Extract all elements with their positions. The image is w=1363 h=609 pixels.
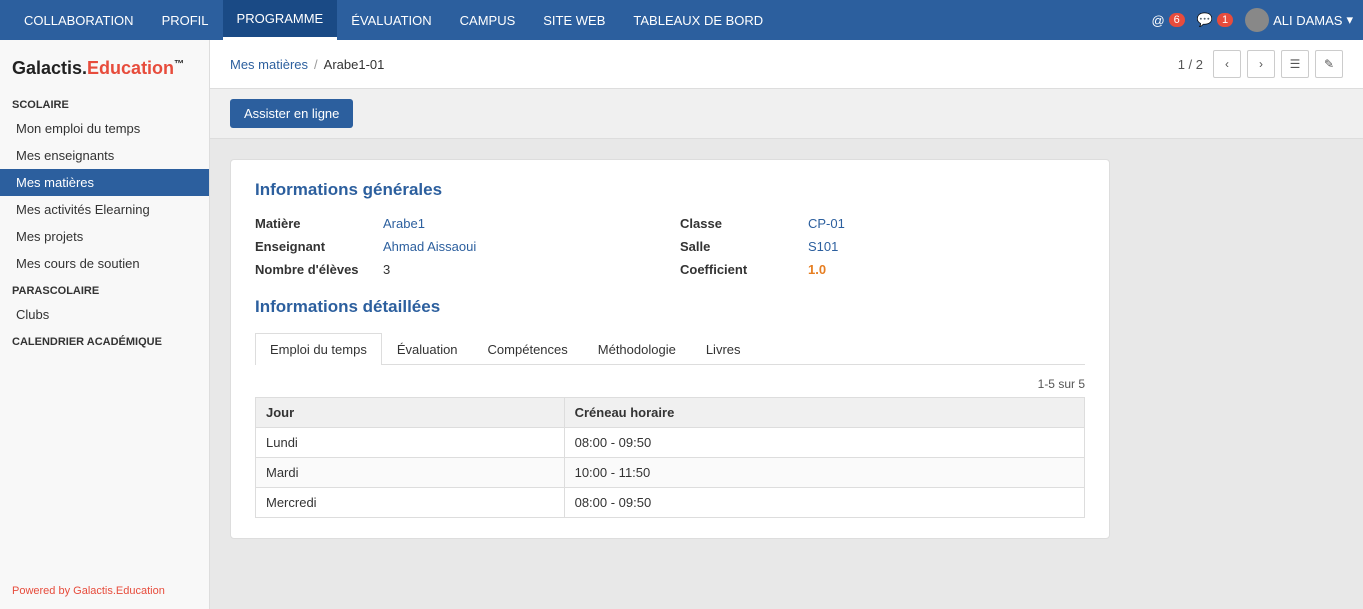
nav-item-siteweb[interactable]: SITE WEB <box>529 0 619 40</box>
info-row-matiere: Matière Arabe1 <box>255 216 660 231</box>
cell-jour: Mardi <box>256 458 565 488</box>
label-salle: Salle <box>680 239 800 254</box>
tab-emploi-du-temps[interactable]: Emploi du temps <box>255 333 382 365</box>
col-header-jour: Jour <box>256 398 565 428</box>
sidebar-footer: Powered by Galactis.Education <box>0 573 210 609</box>
sidebar-item-enseignants[interactable]: Mes enseignants <box>0 142 209 169</box>
label-matiere: Matière <box>255 216 375 231</box>
detailed-info-title: Informations détaillées <box>255 297 1085 317</box>
tab-methodologie[interactable]: Méthodologie <box>583 333 691 365</box>
messages-badge: 1 <box>1217 13 1233 27</box>
at-icon: @ <box>1151 13 1164 28</box>
chevron-down-icon: ▾ <box>1346 12 1353 28</box>
notifications-badge: 6 <box>1169 13 1185 27</box>
content-area: Informations générales Matière Arabe1 En… <box>210 139 1363 609</box>
nav-item-tableaux[interactable]: TABLEAUX DE BORD <box>619 0 777 40</box>
logo-red-text: Education <box>87 58 174 78</box>
section-title-calendrier: CALENDRIER ACADÉMIQUE <box>0 328 209 352</box>
value-classe[interactable]: CP-01 <box>808 216 845 231</box>
nav-item-profil[interactable]: PROFIL <box>148 0 223 40</box>
value-coefficient: 1.0 <box>808 262 826 277</box>
chat-icon: 💬 <box>1197 12 1213 28</box>
breadcrumb-current: Arabe1-01 <box>324 57 385 72</box>
detail-tabs: Emploi du temps Évaluation Compétences M… <box>255 333 1085 365</box>
general-info-grid: Matière Arabe1 Enseignant Ahmad Aissaoui… <box>255 216 1085 277</box>
notifications-button[interactable]: @ 6 <box>1151 13 1184 28</box>
list-view-button[interactable]: ☰ <box>1281 50 1309 78</box>
sidebar-item-emploi-du-temps[interactable]: Mon emploi du temps <box>0 115 209 142</box>
section-title-scolaire: SCOLAIRE <box>0 91 209 115</box>
info-row-nb-eleves: Nombre d'élèves 3 <box>255 262 660 277</box>
sidebar: Galactis.Education™ SCOLAIRE Mon emploi … <box>0 40 210 609</box>
breadcrumb: Mes matières / Arabe1-01 <box>230 57 384 72</box>
info-row-salle: Salle S101 <box>680 239 1085 254</box>
breadcrumb-parent[interactable]: Mes matières <box>230 57 308 72</box>
logo-tm: ™ <box>174 59 184 70</box>
nav-item-campus[interactable]: CAMPUS <box>446 0 530 40</box>
table-pagination-info: 1-5 sur 5 <box>255 377 1085 391</box>
value-matiere[interactable]: Arabe1 <box>383 216 425 231</box>
nav-items: COLLABORATION PROFIL PROGRAMME ÉVALUATIO… <box>10 0 1151 40</box>
cell-creneau: 10:00 - 11:50 <box>564 458 1084 488</box>
cell-creneau: 08:00 - 09:50 <box>564 428 1084 458</box>
table-row: Mardi10:00 - 11:50 <box>256 458 1085 488</box>
attend-online-button[interactable]: Assister en ligne <box>230 99 353 128</box>
value-salle[interactable]: S101 <box>808 239 838 254</box>
action-bar: Assister en ligne <box>210 89 1363 139</box>
schedule-table: Jour Créneau horaire Lundi08:00 - 09:50M… <box>255 397 1085 518</box>
tab-competences[interactable]: Compétences <box>473 333 583 365</box>
table-row: Mercredi08:00 - 09:50 <box>256 488 1085 518</box>
info-row-enseignant: Enseignant Ahmad Aissaoui <box>255 239 660 254</box>
user-name: ALI DAMAS <box>1273 13 1342 28</box>
breadcrumb-bar: Mes matières / Arabe1-01 1 / 2 ‹ › ☰ ✎ <box>210 40 1363 89</box>
tab-livres[interactable]: Livres <box>691 333 756 365</box>
pagination-controls: 1 / 2 ‹ › ☰ ✎ <box>1178 50 1343 78</box>
edit-button[interactable]: ✎ <box>1315 50 1343 78</box>
nav-item-collaboration[interactable]: COLLABORATION <box>10 0 148 40</box>
sidebar-item-clubs[interactable]: Clubs <box>0 301 209 328</box>
label-coefficient: Coefficient <box>680 262 800 277</box>
cell-jour: Mercredi <box>256 488 565 518</box>
sidebar-logo: Galactis.Education™ <box>0 50 209 91</box>
tab-evaluation[interactable]: Évaluation <box>382 333 473 365</box>
label-classe: Classe <box>680 216 800 231</box>
section-title-parascolaire: PARASCOLAIRE <box>0 277 209 301</box>
nav-item-programme[interactable]: PROGRAMME <box>223 0 338 40</box>
pagination-prev-button[interactable]: ‹ <box>1213 50 1241 78</box>
value-nb-eleves: 3 <box>383 262 390 277</box>
top-navigation: COLLABORATION PROFIL PROGRAMME ÉVALUATIO… <box>0 0 1363 40</box>
table-header-row: Jour Créneau horaire <box>256 398 1085 428</box>
sidebar-item-elearning[interactable]: Mes activités Elearning <box>0 196 209 223</box>
sidebar-item-projets[interactable]: Mes projets <box>0 223 209 250</box>
sidebar-item-matieres[interactable]: Mes matières <box>0 169 209 196</box>
value-enseignant[interactable]: Ahmad Aissaoui <box>383 239 476 254</box>
label-nb-eleves: Nombre d'élèves <box>255 262 375 277</box>
pagination-info: 1 / 2 <box>1178 57 1203 72</box>
sidebar-item-soutien[interactable]: Mes cours de soutien <box>0 250 209 277</box>
user-avatar <box>1245 8 1269 32</box>
info-row-coefficient: Coefficient 1.0 <box>680 262 1085 277</box>
user-menu[interactable]: ALI DAMAS ▾ <box>1245 8 1353 32</box>
nav-item-evaluation[interactable]: ÉVALUATION <box>337 0 445 40</box>
breadcrumb-separator: / <box>314 57 318 72</box>
pagination-next-button[interactable]: › <box>1247 50 1275 78</box>
table-row: Lundi08:00 - 09:50 <box>256 428 1085 458</box>
messages-button[interactable]: 💬 1 <box>1197 12 1233 28</box>
info-rows-left: Matière Arabe1 Enseignant Ahmad Aissaoui… <box>255 216 660 277</box>
cell-jour: Lundi <box>256 428 565 458</box>
info-rows-right: Classe CP-01 Salle S101 Coefficient 1.0 <box>680 216 1085 277</box>
nav-right: @ 6 💬 1 ALI DAMAS ▾ <box>1151 8 1353 32</box>
col-header-creneau: Créneau horaire <box>564 398 1084 428</box>
cell-creneau: 08:00 - 09:50 <box>564 488 1084 518</box>
info-card: Informations générales Matière Arabe1 En… <box>230 159 1110 539</box>
general-info-title: Informations générales <box>255 180 1085 200</box>
main-layout: Galactis.Education™ SCOLAIRE Mon emploi … <box>0 40 1363 609</box>
label-enseignant: Enseignant <box>255 239 375 254</box>
main-content: Mes matières / Arabe1-01 1 / 2 ‹ › ☰ ✎ A… <box>210 40 1363 609</box>
info-row-classe: Classe CP-01 <box>680 216 1085 231</box>
logo-black-text: Galactis. <box>12 58 87 78</box>
